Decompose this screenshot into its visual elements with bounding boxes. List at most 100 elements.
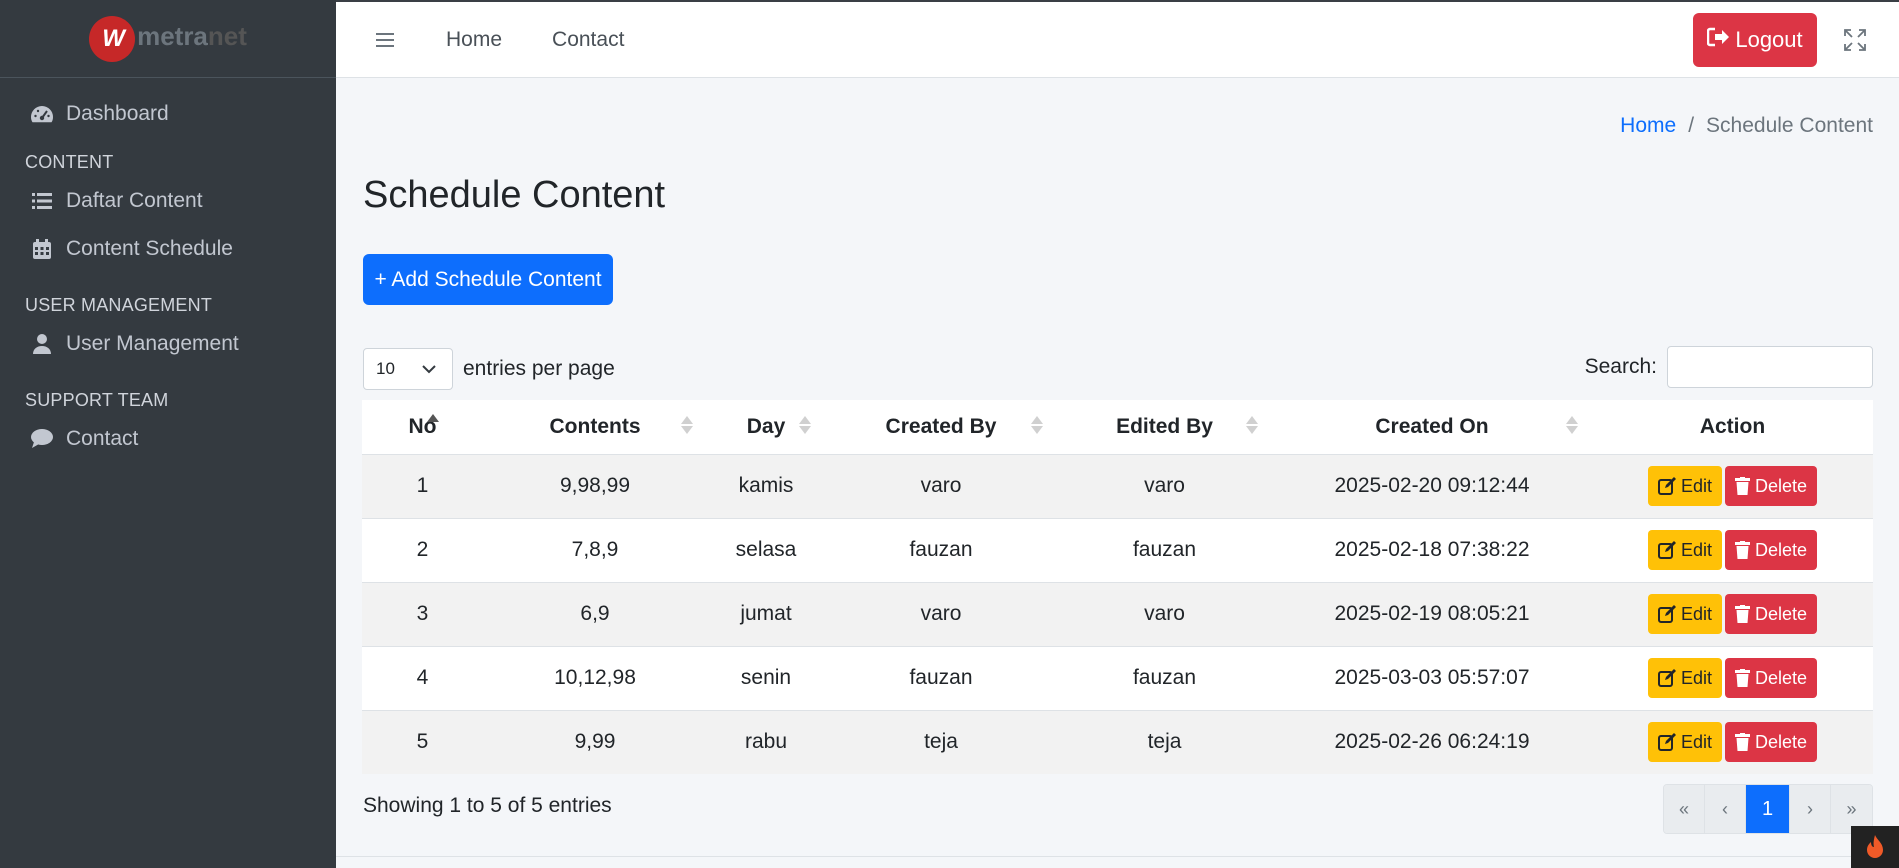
table-search: Search: (1585, 346, 1873, 388)
user-icon (30, 332, 54, 356)
cell-no: 2 (416, 538, 429, 561)
cell-action: Edit Delete (1592, 454, 1873, 518)
main-content: Home / Schedule Content Schedule Content… (336, 78, 1899, 868)
entries-per-page: 10 entries per page (363, 348, 615, 390)
per-page-select[interactable]: 10 (363, 348, 453, 390)
cell-created-by: teja (924, 730, 958, 754)
nav-link-home[interactable]: Home (446, 28, 502, 52)
edit-icon (1657, 733, 1676, 752)
edit-button[interactable]: Edit (1647, 530, 1722, 570)
cell-action: Edit Delete (1592, 710, 1873, 774)
cell-action: Edit Delete (1592, 582, 1873, 646)
logout-label: Logout (1735, 27, 1803, 52)
cell-edited-by: teja (1147, 730, 1182, 754)
trash-icon (1735, 541, 1750, 559)
page-number-button[interactable]: 1 (1746, 785, 1790, 833)
cell-contents: 7,8,9 (571, 538, 619, 561)
column-header-edited-by[interactable]: Edited By (1057, 400, 1272, 454)
cell-contents: 6,9 (580, 602, 610, 625)
trash-icon (1735, 669, 1750, 687)
cell-day: selasa (735, 538, 797, 561)
column-header-action: Action (1592, 400, 1873, 454)
sidebar-item-label: User Management (66, 332, 239, 355)
fullscreen-icon[interactable] (1844, 29, 1866, 51)
page-first-button[interactable]: « (1664, 785, 1705, 833)
cell-contents: 10,12,98 (554, 666, 636, 689)
flame-icon[interactable] (1851, 826, 1899, 868)
sidebar-item-daftar-content[interactable]: Daftar Content (0, 177, 336, 225)
page-next-button[interactable]: › (1790, 785, 1831, 833)
trash-icon (1735, 605, 1750, 623)
delete-button[interactable]: Delete (1725, 722, 1818, 763)
cell-edited-by: varo (1144, 474, 1185, 497)
edit-button[interactable]: Edit (1647, 594, 1722, 634)
column-header-day[interactable]: Day (707, 400, 825, 454)
brand[interactable]: W metranet (0, 0, 336, 78)
calendar-icon (30, 237, 54, 261)
cell-action: Edit Delete (1592, 518, 1873, 582)
pagination: « ‹ 1 › » (1663, 784, 1873, 834)
breadcrumb-current: Schedule Content (1706, 114, 1873, 137)
edit-icon (1657, 669, 1676, 687)
page-prev-button[interactable]: ‹ (1705, 785, 1746, 833)
cell-created-on: 2025-02-20 09:12:44 (1334, 474, 1530, 497)
cell-day: rabu (744, 730, 788, 754)
delete-button[interactable]: Delete (1725, 530, 1818, 570)
sidebar-item-user-management[interactable]: User Management (0, 320, 336, 368)
footer-divider (336, 856, 1899, 857)
nav-header-content: CONTENT (25, 152, 114, 172)
table-info: Showing 1 to 5 of 5 entries (363, 794, 612, 817)
column-header-contents[interactable]: Contents (483, 400, 707, 454)
cell-created-by: fauzan (909, 538, 973, 561)
nav-link-contact[interactable]: Contact (552, 28, 624, 52)
cell-day: jumat (740, 602, 792, 625)
table-row: 2 7,8,9 selasa fauzan fauzan 2025-02-18 … (362, 518, 1873, 582)
breadcrumb-home[interactable]: Home (1620, 114, 1676, 138)
entries-label: entries per page (463, 357, 615, 380)
add-schedule-content-button[interactable]: + Add Schedule Content (363, 254, 613, 305)
logout-button[interactable]: Logout (1693, 13, 1817, 67)
cell-action: Edit Delete (1592, 646, 1873, 710)
sidebar-nav: Dashboard CONTENT Daftar Content Content… (0, 78, 336, 463)
table-row: 5 9,99 rabu teja teja 2025-02-26 06:24:1… (362, 710, 1873, 774)
cell-created-by: varo (920, 474, 962, 497)
search-label: Search: (1584, 355, 1657, 378)
column-header-created-by[interactable]: Created By (825, 400, 1057, 454)
schedule-table: No Contents Day Created By Edited By Cre… (362, 400, 1873, 774)
column-header-no[interactable]: No (362, 400, 483, 454)
trash-icon (1735, 733, 1750, 752)
delete-button[interactable]: Delete (1725, 466, 1818, 506)
dashboard-icon (30, 102, 54, 126)
search-input[interactable] (1667, 346, 1873, 388)
nav-header-user-management: USER MANAGEMENT (25, 295, 213, 315)
sidebar-item-contact[interactable]: Contact (0, 415, 336, 463)
table-row: 4 10,12,98 senin fauzan fauzan 2025-03-0… (362, 646, 1873, 710)
sidebar-item-content-schedule[interactable]: Content Schedule (0, 225, 336, 273)
edit-icon (1657, 477, 1676, 495)
sidebar-item-dashboard[interactable]: Dashboard (0, 90, 336, 138)
edit-button[interactable]: Edit (1647, 658, 1722, 698)
menu-toggle-icon[interactable] (376, 32, 394, 47)
edit-icon (1657, 541, 1676, 559)
sidebar-item-label: Dashboard (66, 102, 169, 125)
sidebar: W metranet Dashboard CONTENT Daftar Cont… (0, 0, 336, 868)
logo-text-a: metra (137, 21, 208, 51)
logo-text-b: net (207, 21, 247, 51)
edit-button[interactable]: Edit (1647, 466, 1722, 506)
cell-created-on: 2025-02-19 08:05:21 (1334, 602, 1530, 625)
trash-icon (1735, 477, 1750, 495)
cell-created-on: 2025-02-26 06:24:19 (1334, 730, 1530, 754)
sidebar-item-label: Content Schedule (66, 237, 233, 260)
nav-header-support-team: SUPPORT TEAM (25, 390, 169, 410)
logo-mark: W (89, 15, 136, 62)
delete-button[interactable]: Delete (1725, 594, 1818, 634)
delete-button[interactable]: Delete (1725, 658, 1818, 698)
edit-button[interactable]: Edit (1647, 722, 1722, 763)
page-title: Schedule Content (363, 174, 666, 216)
column-header-created-on[interactable]: Created On (1272, 400, 1592, 454)
cell-edited-by: fauzan (1132, 538, 1197, 561)
chat-icon (30, 427, 54, 451)
cell-no: 4 (416, 666, 429, 689)
table-row: 3 6,9 jumat varo varo 2025-02-19 08:05:2… (362, 582, 1873, 646)
sidebar-item-label: Contact (66, 427, 139, 450)
